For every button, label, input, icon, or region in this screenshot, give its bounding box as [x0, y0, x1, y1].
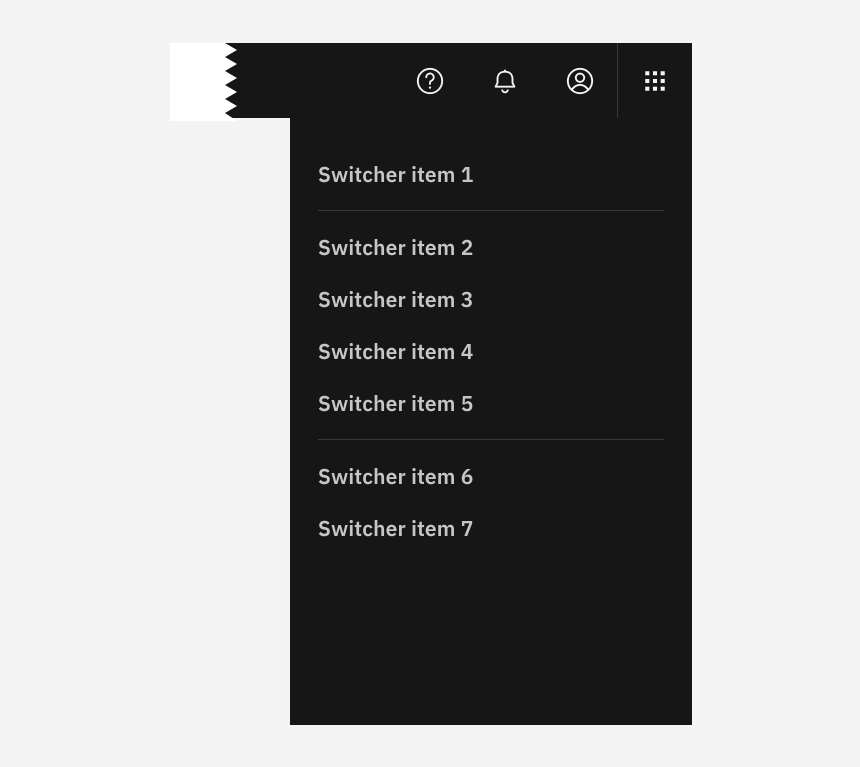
help-icon	[415, 66, 445, 96]
bell-icon	[490, 66, 520, 96]
switcher-item[interactable]: Switcher item 4	[290, 325, 692, 377]
switcher-item[interactable]: Switcher item 5	[290, 377, 692, 429]
switcher-item[interactable]: Switcher item 7	[290, 502, 692, 554]
user-avatar-icon	[565, 66, 595, 96]
switcher-item[interactable]: Switcher item 1	[290, 148, 692, 200]
switcher-item-label: Switcher item 6	[318, 462, 474, 490]
switcher-item-label: Switcher item 2	[318, 233, 474, 261]
switcher-item[interactable]: Switcher item 3	[290, 273, 692, 325]
switcher-item-label: Switcher item 3	[318, 285, 474, 313]
user-avatar-button[interactable]	[542, 43, 617, 118]
switcher-item[interactable]: Switcher item 2	[290, 221, 692, 273]
app-switcher-icon	[642, 68, 668, 94]
notifications-button[interactable]	[467, 43, 542, 118]
app-switcher-panel: Switcher item 1 Switcher item 2 Switcher…	[290, 118, 692, 725]
divider	[318, 210, 664, 211]
header-notch	[170, 43, 225, 121]
header-bar	[170, 43, 692, 118]
switcher-item[interactable]: Switcher item 6	[290, 450, 692, 502]
app-switcher-button[interactable]	[617, 43, 692, 118]
switcher-item-label: Switcher item 1	[318, 160, 474, 188]
switcher-item-label: Switcher item 4	[318, 337, 474, 365]
divider	[318, 439, 664, 440]
help-button[interactable]	[392, 43, 467, 118]
switcher-item-label: Switcher item 7	[318, 514, 474, 542]
switcher-item-label: Switcher item 5	[318, 389, 474, 417]
header-actions	[392, 43, 692, 118]
